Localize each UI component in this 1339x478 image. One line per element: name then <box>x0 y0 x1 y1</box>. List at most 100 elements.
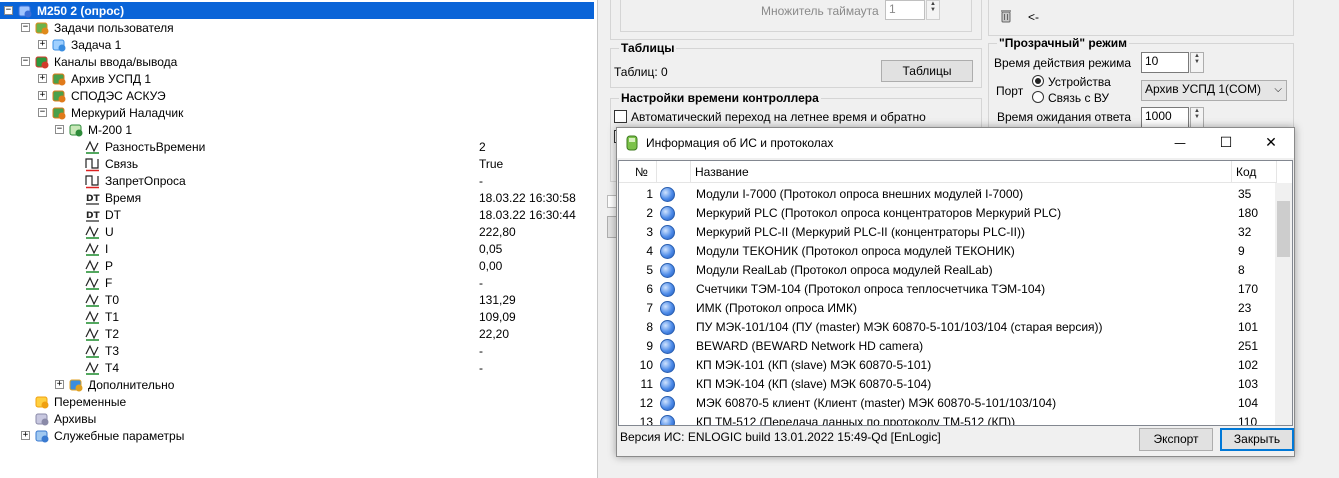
table-row[interactable]: 11 КП МЭК-104 (КП (slave) МЭК 60870-5-104… <box>619 375 1279 394</box>
row-code: 8 <box>1238 263 1245 277</box>
tree-node[interactable]: DT Время 18.03.22 16:30:58 <box>0 189 596 206</box>
expand-icon[interactable]: + <box>21 431 30 440</box>
tree-node[interactable]: T1 109,09 <box>0 308 596 325</box>
info-icon <box>660 225 675 240</box>
tree-node[interactable]: Переменные <box>0 393 596 410</box>
column-header-icon[interactable] <box>657 161 691 183</box>
tree-node[interactable]: + СПОДЭС АСКУЭ <box>0 87 596 104</box>
close-button[interactable]: Закрыть <box>1220 428 1294 451</box>
dialog-titlebar[interactable]: Информация об ИС и протоколах — ☐ ✕ <box>617 128 1294 158</box>
protocols-table[interactable]: № Название Код 1 Модули I-7000 (Протокол … <box>618 160 1293 426</box>
collapse-icon[interactable]: − <box>21 57 30 66</box>
scrollbar-thumb[interactable] <box>1277 201 1290 257</box>
table-row[interactable]: 8 ПУ МЭК-101/104 (ПУ (master) МЭК 60870-5… <box>619 318 1279 337</box>
wait-time-input[interactable]: 1000 <box>1141 107 1189 128</box>
expand-icon[interactable]: + <box>38 91 47 100</box>
wait-time-spin[interactable]: ▲ ▼ <box>1190 107 1204 128</box>
timeout-multiplier-input[interactable]: 1 <box>885 0 925 20</box>
project-tree[interactable]: − M250 2 (опрос) − Задачи пользователя + Зада… <box>0 0 598 478</box>
table-row[interactable]: 2 Меркурий PLC (Протокол опроса концентра… <box>619 204 1279 223</box>
collapse-icon[interactable]: − <box>38 108 47 117</box>
tree-node-label: Переменные <box>54 394 127 409</box>
info-icon <box>660 301 675 316</box>
action-time-spin[interactable]: ▲ ▼ <box>1190 52 1204 73</box>
column-header-code[interactable]: Код <box>1232 161 1277 183</box>
column-header-name[interactable]: Название <box>691 161 1232 183</box>
table-row[interactable]: 7 ИМК (Протокол опроса ИМК) 23 <box>619 299 1279 318</box>
tree-node[interactable]: − Меркурий Наладчик <box>0 104 596 121</box>
tree-node[interactable]: − Задачи пользователя <box>0 19 596 36</box>
tree-node[interactable]: P 0,00 <box>0 257 596 274</box>
collapse-icon[interactable]: − <box>55 125 64 134</box>
expand-icon[interactable]: + <box>55 380 64 389</box>
table-row[interactable]: 3 Меркурий PLC-II (Меркурий PLC-II (конце… <box>619 223 1279 242</box>
expand-icon[interactable]: + <box>38 40 47 49</box>
table-row[interactable]: 4 Модули ТЕКОНИК (Протокол опроса модулей… <box>619 242 1279 261</box>
row-num: 3 <box>646 225 653 239</box>
tree-node[interactable]: I 0,05 <box>0 240 596 257</box>
table-row[interactable]: 9 BEWARD (BEWARD Network HD camera) 251 <box>619 337 1279 356</box>
tree-node[interactable]: + Архив УСПД 1 <box>0 70 596 87</box>
row-num: 12 <box>639 396 653 410</box>
tree-node-label: T3 <box>105 343 120 358</box>
tree-node[interactable]: T3 - <box>0 342 596 359</box>
tree-node[interactable]: Архивы <box>0 410 596 427</box>
row-code: 103 <box>1238 377 1259 391</box>
info-icon <box>660 244 675 259</box>
tree-node-value: 18.03.22 16:30:44 <box>479 207 576 222</box>
tree-node[interactable]: ЗапретОпроса - <box>0 172 596 189</box>
radio-devices[interactable] <box>1032 75 1044 87</box>
close-icon[interactable]: ✕ <box>1248 128 1294 158</box>
tree-node[interactable]: T0 131,29 <box>0 291 596 308</box>
tree-node[interactable]: − М-200 1 <box>0 121 596 138</box>
column-header-num[interactable]: № <box>619 161 657 183</box>
app-icon <box>626 135 638 151</box>
tree-node-value: - <box>479 343 483 358</box>
tree-node-label: Каналы ввода/вывода <box>54 54 178 69</box>
timeout-multiplier-spin[interactable]: ▲ ▼ <box>926 0 940 20</box>
tree-node[interactable]: DT DT 18.03.22 16:30:44 <box>0 206 596 223</box>
vertical-scrollbar[interactable] <box>1275 183 1292 425</box>
info-icon <box>660 206 675 221</box>
analog-var-icon <box>85 292 101 308</box>
datetime-var-icon: DT <box>85 207 101 223</box>
tree-node-label: Служебные параметры <box>54 428 185 443</box>
expand-icon[interactable]: + <box>38 74 47 83</box>
tree-node[interactable]: T2 22,20 <box>0 325 596 342</box>
tree-node[interactable]: − M250 2 (опрос) <box>0 2 594 19</box>
tree-node[interactable]: T4 - <box>0 359 596 376</box>
row-code: 102 <box>1238 358 1259 372</box>
radio-vu[interactable] <box>1032 91 1044 103</box>
minimize-button[interactable]: — <box>1157 128 1203 158</box>
table-row[interactable]: 10 КП МЭК-101 (КП (slave) МЭК 60870-5-101… <box>619 356 1279 375</box>
dst-checkbox[interactable] <box>614 110 627 123</box>
tree-node[interactable]: РазностьВремени 2 <box>0 138 596 155</box>
collapse-icon[interactable]: − <box>21 23 30 32</box>
tree-node[interactable]: + Задача 1 <box>0 36 596 53</box>
export-button[interactable]: Экспорт <box>1139 428 1213 451</box>
radio-vu-label: Связь с ВУ <box>1048 91 1110 105</box>
maximize-button[interactable]: ☐ <box>1203 128 1249 158</box>
tables-button[interactable]: Таблицы <box>881 60 973 82</box>
delete-icon[interactable] <box>999 9 1013 23</box>
tree-node[interactable]: + Дополнительно <box>0 376 596 393</box>
action-time-input[interactable]: 10 <box>1141 52 1189 73</box>
tree-node[interactable]: U 222,80 <box>0 223 596 240</box>
row-name: ИМК (Протокол опроса ИМК) <box>696 301 857 315</box>
tree-node-label: СПОДЭС АСКУЭ <box>71 88 166 103</box>
analog-var-icon <box>85 343 101 359</box>
table-row[interactable]: 13 КП ТМ-512 (Передача данных по протокол… <box>619 413 1279 426</box>
table-row[interactable]: 5 Модули RealLab (Протокол опроса модулей… <box>619 261 1279 280</box>
tree-node[interactable]: − Каналы ввода/вывода <box>0 53 596 70</box>
table-row[interactable]: 12 МЭК 60870-5 клиент (Клиент (master) МЭ… <box>619 394 1279 413</box>
collapse-icon[interactable]: − <box>4 6 13 15</box>
tree-node[interactable]: F- <box>0 274 596 291</box>
transparent-mode-group-title: "Прозрачный" режим <box>997 36 1129 50</box>
row-num: 13 <box>639 415 653 426</box>
tree-node-value: 0,00 <box>479 258 503 273</box>
table-row[interactable]: 6 Счетчики ТЭМ-104 (Протокол опроса тепло… <box>619 280 1279 299</box>
table-row[interactable]: 1 Модули I-7000 (Протокол опроса внешних … <box>619 185 1279 204</box>
port-select[interactable]: Архив УСПД 1(COM) ⌵ <box>1141 80 1287 101</box>
tree-node[interactable]: + Служебные параметры <box>0 427 596 444</box>
tree-node[interactable]: Связь True <box>0 155 596 172</box>
